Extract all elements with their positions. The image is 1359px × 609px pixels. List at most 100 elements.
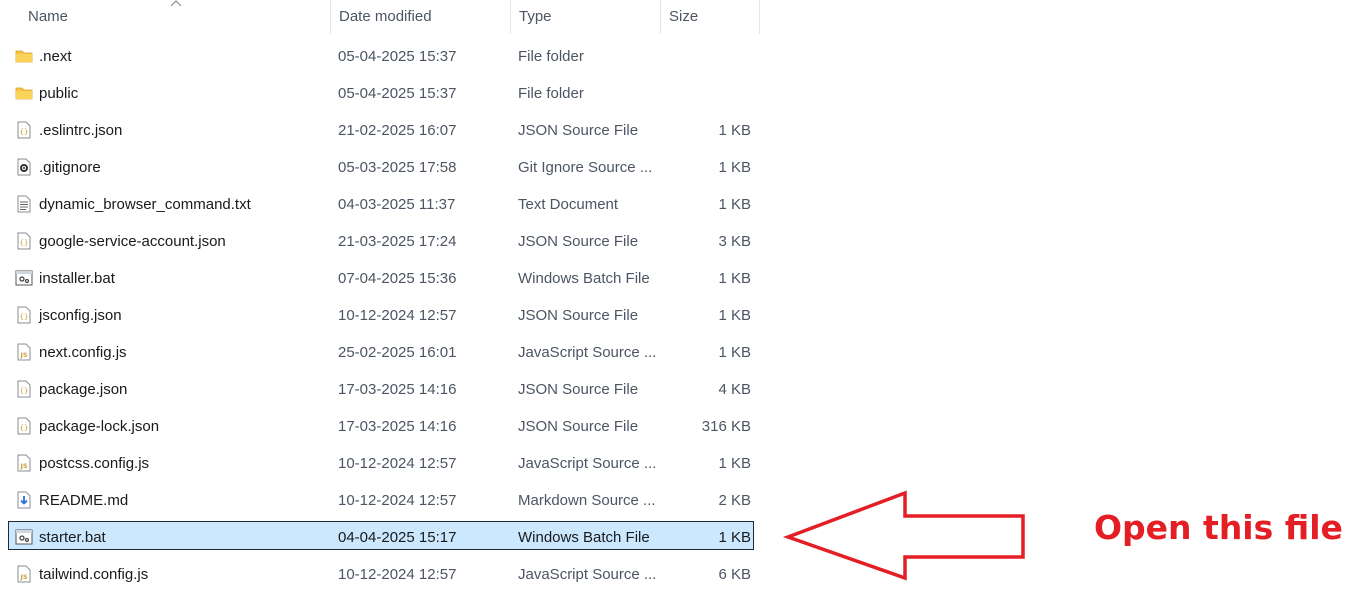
file-name: package-lock.json [39, 418, 160, 435]
file-size: 1 KB [718, 344, 751, 361]
file-row[interactable]: .gitignore 05-03-2025 17:58 Git Ignore Sou… [0, 149, 760, 186]
file-type: Git Ignore Source ... [518, 159, 653, 176]
file-name: postcss.config.js [39, 455, 150, 472]
file-row[interactable]: starter.bat 04-04-2025 15:17 Windows Batch… [0, 519, 760, 556]
batch-file-icon [15, 269, 33, 287]
json-file-icon: {} [15, 232, 33, 250]
svg-text:JS: JS [19, 462, 27, 470]
js-file-icon: JS [15, 454, 33, 472]
file-row[interactable]: JS tailwind.config.js 10-12-2024 12:57 Java… [0, 556, 760, 593]
file-date-modified: 21-02-2025 16:07 [338, 122, 457, 139]
svg-text:{}: {} [20, 239, 29, 247]
file-type: JSON Source File [518, 381, 639, 398]
file-row[interactable]: public 05-04-2025 15:37 File folder [0, 75, 760, 112]
file-name: google-service-account.json [39, 233, 226, 250]
svg-text:JS: JS [19, 573, 27, 581]
file-name: starter.bat [39, 529, 106, 546]
file-size: 6 KB [718, 566, 751, 583]
file-type: File folder [518, 85, 584, 102]
file-name: .eslintrc.json [39, 122, 123, 139]
file-size: 1 KB [718, 455, 751, 472]
file-size: 1 KB [718, 307, 751, 324]
file-date-modified: 04-04-2025 15:17 [338, 529, 457, 546]
file-date-modified: 10-12-2024 12:57 [338, 492, 457, 509]
svg-text:{}: {} [20, 387, 29, 395]
column-header-row: Name Date modified Type Size [0, 0, 760, 34]
file-date-modified: 17-03-2025 14:16 [338, 381, 457, 398]
file-date-modified: 10-12-2024 12:57 [338, 566, 457, 583]
file-name: next.config.js [39, 344, 127, 361]
file-name: .next [39, 48, 72, 65]
file-date-modified: 05-03-2025 17:58 [338, 159, 457, 176]
folder-icon [15, 84, 33, 102]
file-name: installer.bat [39, 270, 115, 287]
file-date-modified: 05-04-2025 15:37 [338, 48, 457, 65]
file-name: .gitignore [39, 159, 101, 176]
file-date-modified: 04-03-2025 11:37 [338, 196, 456, 213]
file-type: Windows Batch File [518, 529, 650, 546]
file-type: JSON Source File [518, 122, 639, 139]
file-name: dynamic_browser_command.txt [39, 196, 251, 213]
column-header-date-modified[interactable]: Date modified [330, 0, 511, 34]
file-row[interactable]: {} .eslintrc.json 21-02-2025 16:07 JSON Sou… [0, 112, 760, 149]
column-header-type[interactable]: Type [510, 0, 661, 34]
file-size: 1 KB [718, 196, 751, 213]
batch-file-icon [15, 528, 33, 546]
file-row[interactable]: dynamic_browser_command.txt 04-03-2025 11… [0, 186, 760, 223]
svg-text:{}: {} [20, 128, 29, 136]
file-type: JSON Source File [518, 233, 639, 250]
file-type: Windows Batch File [518, 270, 650, 287]
folder-icon [15, 47, 33, 65]
file-type: JSON Source File [518, 307, 639, 324]
column-header-name[interactable]: Name [20, 0, 331, 34]
file-name: public [39, 85, 79, 102]
file-row[interactable]: {} package-lock.json 17-03-2025 14:16 JSON … [0, 408, 760, 445]
file-row[interactable]: JS postcss.config.js 10-12-2024 12:57 JavaS… [0, 445, 760, 482]
file-size: 1 KB [718, 159, 751, 176]
gear-file-icon [15, 158, 33, 176]
file-size: 316 KB [701, 418, 751, 435]
file-row[interactable]: installer.bat 07-04-2025 15:36 Windows Bat… [0, 260, 760, 297]
column-header-size[interactable]: Size [660, 0, 760, 34]
file-date-modified: 10-12-2024 12:57 [338, 307, 457, 324]
file-type: File folder [518, 48, 584, 65]
json-file-icon: {} [15, 306, 33, 324]
file-row[interactable]: README.md 10-12-2024 12:57 Markdown Source… [0, 482, 760, 519]
file-date-modified: 05-04-2025 15:37 [338, 85, 457, 102]
file-size: 1 KB [718, 122, 751, 139]
file-row[interactable]: {} package.json 17-03-2025 14:16 JSON Sourc… [0, 371, 760, 408]
svg-text:{}: {} [20, 313, 29, 321]
json-file-icon: {} [15, 417, 33, 435]
file-size: 2 KB [718, 492, 751, 509]
file-type: JavaScript Source ... [518, 344, 657, 361]
svg-text:JS: JS [19, 351, 27, 359]
markdown-file-icon [15, 491, 33, 509]
file-row[interactable]: .next 05-04-2025 15:37 File folder [0, 38, 760, 75]
file-date-modified: 07-04-2025 15:36 [338, 270, 457, 287]
js-file-icon: JS [15, 343, 33, 361]
annotation-label: Open this file [1094, 508, 1343, 547]
json-file-icon: {} [15, 121, 33, 139]
svg-text:{}: {} [20, 424, 29, 432]
file-row[interactable]: {} jsconfig.json 10-12-2024 12:57 JSON Sour… [0, 297, 760, 334]
file-size: 1 KB [718, 270, 751, 287]
file-size: 3 KB [718, 233, 751, 250]
json-file-icon: {} [15, 380, 33, 398]
file-name: jsconfig.json [39, 307, 122, 324]
text-file-icon [15, 195, 33, 213]
file-type: Text Document [518, 196, 619, 213]
file-list: .next 05-04-2025 15:37 File folder public 05… [0, 38, 760, 593]
file-row[interactable]: JS next.config.js 25-02-2025 16:01 JavaScri… [0, 334, 760, 371]
js-file-icon: JS [15, 565, 33, 583]
file-date-modified: 25-02-2025 16:01 [338, 344, 457, 361]
file-name: tailwind.config.js [39, 566, 149, 583]
file-row[interactable]: {} google-service-account.json 21-03-2025 … [0, 223, 760, 260]
file-name: package.json [39, 381, 128, 398]
file-date-modified: 17-03-2025 14:16 [338, 418, 457, 435]
file-type: Markdown Source ... [518, 492, 656, 509]
file-name: README.md [39, 492, 129, 509]
file-type: JavaScript Source ... [518, 566, 657, 583]
file-explorer: Name Date modified Type Size .next 05-04-… [0, 0, 760, 609]
file-type: JSON Source File [518, 418, 639, 435]
file-type: JavaScript Source ... [518, 455, 657, 472]
